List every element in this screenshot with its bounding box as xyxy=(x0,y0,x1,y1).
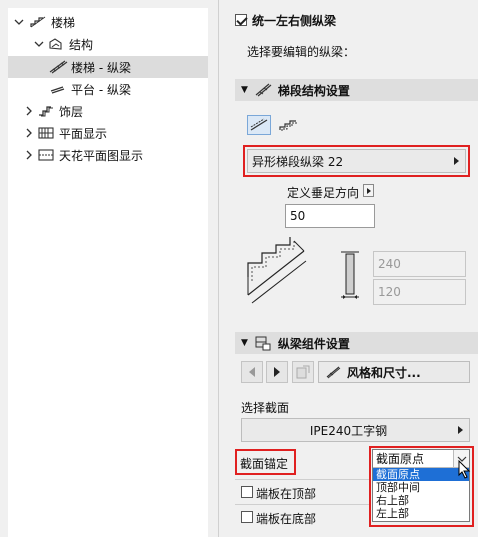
profile-section-icon xyxy=(339,249,361,301)
left-arrow-icon xyxy=(249,367,255,377)
structure-icon xyxy=(46,36,66,52)
style-and-size-button[interactable]: 风格和尺寸... xyxy=(318,361,470,383)
endplate-bottom-checkbox[interactable] xyxy=(241,511,253,523)
tree-item-landing-stringer[interactable]: 平台 - 纵梁 xyxy=(8,79,208,99)
tree-item-floor-plan[interactable]: 平面显示 xyxy=(8,123,208,143)
tree-item-label: 楼梯 xyxy=(51,15,76,30)
profile-width-value: 120 xyxy=(378,285,401,299)
tree-item-label: 天花平面图显示 xyxy=(59,148,144,163)
section-stringer-components[interactable]: ▼ 纵梁组件设置 xyxy=(235,332,478,354)
select-profile-label: 选择截面 xyxy=(241,401,290,415)
stringer-type-value: 异形梯段纵梁 22 xyxy=(252,154,344,169)
anchor-dropdown-selected[interactable]: 截面原点 xyxy=(373,450,469,468)
section-title: 梯段结构设置 xyxy=(277,83,350,98)
component-list-icon xyxy=(296,365,310,379)
chevron-right-icon[interactable] xyxy=(24,150,34,160)
right-arrow-icon xyxy=(274,367,280,377)
anchor-option[interactable]: 顶部中间 xyxy=(373,481,469,494)
tree-item-ceiling-plan[interactable]: 天花平面图显示 xyxy=(8,145,208,165)
section-title: 纵梁组件设置 xyxy=(277,336,350,351)
chevron-down-icon[interactable] xyxy=(34,39,44,49)
tree-item-finish[interactable]: 饰层 xyxy=(8,101,208,121)
endplate-bottom-label: 端板在底部 xyxy=(256,512,317,526)
tree-item-label: 平台 - 纵梁 xyxy=(71,82,131,97)
popup-arrow-icon xyxy=(458,426,463,434)
endplate-top-checkbox[interactable] xyxy=(241,486,253,498)
divider xyxy=(235,479,369,480)
stair-icon xyxy=(28,14,48,30)
tree-item-stairs[interactable]: 楼梯 xyxy=(8,12,208,32)
finish-icon xyxy=(36,103,56,119)
collapse-triangle-icon[interactable]: ▼ xyxy=(241,85,248,95)
tree-item-label: 结构 xyxy=(69,37,94,52)
stringer-profile-preview xyxy=(246,235,308,305)
straight-stringer-icon[interactable] xyxy=(247,115,271,135)
tree-item-structure[interactable]: 结构 xyxy=(8,34,208,54)
previous-component-button[interactable] xyxy=(241,361,263,383)
mouse-cursor-icon xyxy=(458,459,472,480)
component-list-button[interactable] xyxy=(292,361,314,383)
chevron-down-icon[interactable] xyxy=(14,17,24,27)
anchor-label: 截面锚定 xyxy=(240,457,289,471)
endplate-top-label: 端板在顶部 xyxy=(256,487,317,501)
profile-popup[interactable]: IPE240工字钢 xyxy=(241,418,470,442)
profile-value: IPE240工字钢 xyxy=(309,423,388,438)
chevron-right-icon[interactable] xyxy=(24,106,34,116)
floorplan-icon xyxy=(36,125,56,141)
component-settings-icon xyxy=(254,335,272,351)
stepped-stringer-icon[interactable] xyxy=(276,115,300,135)
settings-tree: 楼梯 结构 楼梯 - 纵梁 平台 - 纵梁 饰层 平面显示 天花平面图显示 xyxy=(8,8,208,537)
tree-item-stair-stringer[interactable]: 楼梯 - 纵梁 xyxy=(8,56,208,78)
perpendicular-direction-button[interactable] xyxy=(363,184,374,197)
stringer-type-popup[interactable]: 异形梯段纵梁 22 xyxy=(247,149,466,173)
perpendicular-value: 50 xyxy=(290,209,306,223)
perpendicular-label: 定义垂足方向 xyxy=(287,186,360,200)
unify-stringers-checkbox[interactable] xyxy=(235,14,247,26)
next-component-button[interactable] xyxy=(266,361,288,383)
divider xyxy=(235,504,369,505)
popup-arrow-icon xyxy=(454,157,459,165)
style-button-label: 风格和尺寸... xyxy=(347,365,421,380)
anchor-option[interactable]: 截面原点 xyxy=(373,468,469,481)
unify-stringers-label: 统一左右侧纵梁 xyxy=(252,14,337,28)
anchor-option[interactable]: 右上部 xyxy=(373,494,469,507)
anchor-dropdown[interactable]: 截面原点 截面原点 顶部中间 右上部 左上部 xyxy=(372,449,470,522)
profile-height-field[interactable]: 240 xyxy=(373,251,466,277)
profile-width-field[interactable]: 120 xyxy=(373,279,466,305)
stringer-icon xyxy=(48,59,68,75)
landing-icon xyxy=(48,81,68,97)
tree-item-label: 楼梯 - 纵梁 xyxy=(71,60,131,75)
perpendicular-value-field[interactable]: 50 xyxy=(285,204,375,228)
tree-item-label: 平面显示 xyxy=(59,126,108,141)
anchor-selected-value: 截面原点 xyxy=(376,452,425,466)
profile-height-value: 240 xyxy=(378,257,401,271)
tree-item-label: 饰层 xyxy=(59,104,84,119)
play-arrow-icon xyxy=(366,187,371,194)
chevron-right-icon[interactable] xyxy=(24,128,34,138)
stringer-icon xyxy=(254,82,272,98)
select-stringer-label: 选择要编辑的纵梁： xyxy=(247,45,356,59)
ceiling-icon xyxy=(36,147,56,163)
style-icon xyxy=(325,365,341,379)
collapse-triangle-icon[interactable]: ▼ xyxy=(241,338,248,348)
section-flight-structure[interactable]: ▼ 梯段结构设置 xyxy=(235,79,478,101)
anchor-option[interactable]: 左上部 xyxy=(373,507,469,520)
